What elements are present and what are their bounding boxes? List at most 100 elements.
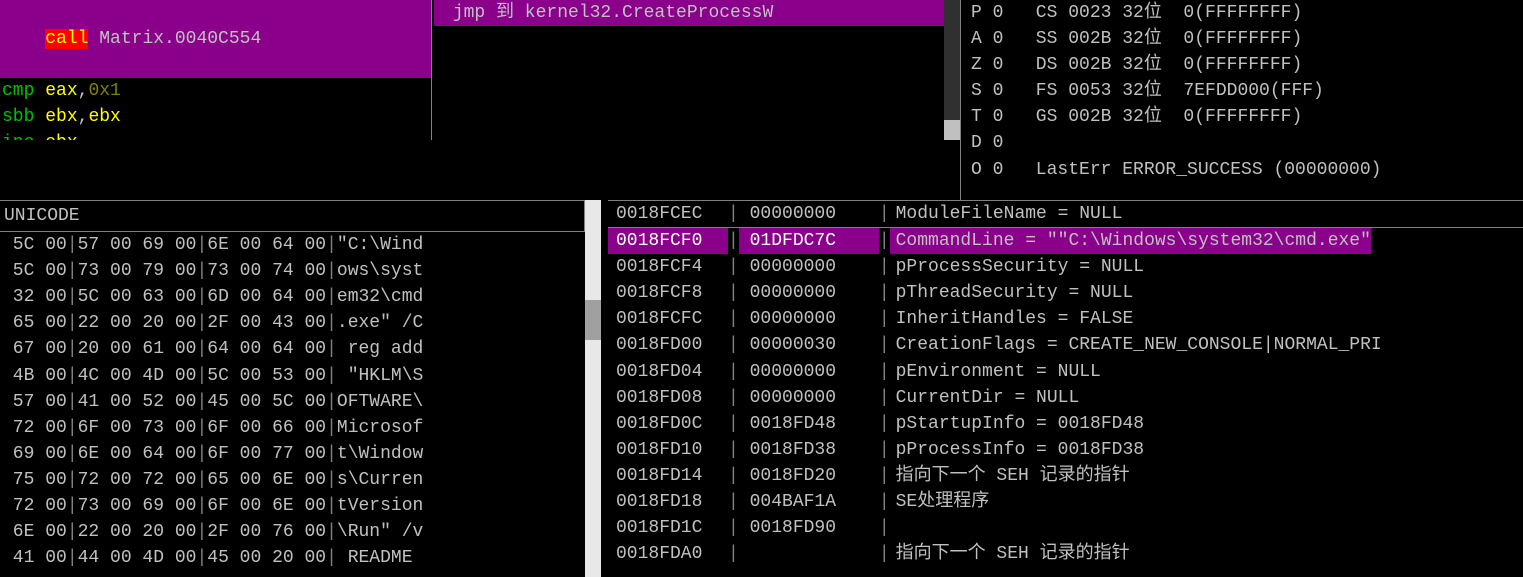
stack-comment: pStartupInfo = 0018FD48 [896,414,1144,434]
stack-row[interactable]: 0018FD10| 0018FD38|pProcessInfo = 0018FD… [608,437,1523,463]
stack-comment: ModuleFileName = NULL [896,204,1123,224]
hex-ascii: Microsof [337,418,423,438]
stack-row[interactable]: 0018FD08| 00000000|CurrentDir = NULL [608,385,1523,411]
hex-ascii: t\Window [337,444,423,464]
stack-value: 0018FD48 [739,411,879,437]
stack-address: 0018FCF0 [608,228,728,254]
hex-bytes: 32 00|5C 00 63 00|6D 00 64 00| [2,287,337,307]
stack-value: 00000030 [739,332,879,358]
stack-row[interactable]: 0018FD1C| 0018FD90| [608,515,1523,541]
hex-row[interactable]: 4B 00|4C 00 4D 00|5C 00 53 00| "HKLM\S [0,363,585,389]
call-mnemonic: call [45,29,88,49]
stack-row[interactable]: 0018FCF8| 00000000|pThreadSecurity = NUL… [608,280,1523,306]
jump-info-pane: jmp 到 kernel32.CreateProcessW [433,0,955,140]
hex-row[interactable]: 5C 00|57 00 69 00|6E 00 64 00|"C:\Wind [0,232,585,258]
stack-row[interactable]: 0018FD0C| 0018FD48|pStartupInfo = 0018FD… [608,411,1523,437]
stack-pane[interactable]: 0018FCEC| 00000000|ModuleFileName = NULL… [608,200,1523,577]
hex-ascii: OFTWARE\ [337,392,423,412]
hex-row[interactable]: 32 00|5C 00 63 00|6D 00 64 00|em32\cmd [0,284,585,310]
hex-ascii: README [337,548,423,568]
disasm-row[interactable]: cmp eax,0x1 [0,78,431,104]
stack-row[interactable]: 0018FD14| 0018FD20|指向下一个 SEH 记录的指针 [608,463,1523,489]
hex-row[interactable]: 75 00|72 00 72 00|65 00 6E 00|s\Curren [0,467,585,493]
pane-divider[interactable] [0,140,960,200]
stack-address: 0018FD10 [608,437,728,463]
stack-row[interactable]: 0018FDA0| |指向下一个 SEH 记录的指针 [608,541,1523,567]
stack-comment: pProcessInfo = 0018FD38 [896,440,1144,460]
register-row[interactable]: A 0 SS 002B 32位 0(FFFFFFFF) [971,26,1523,52]
register-row[interactable]: S 0 FS 0053 32位 7EFDD000(FFF) [971,78,1523,104]
hex-row[interactable]: 57 00|41 00 52 00|45 00 5C 00|OFTWARE\ [0,389,585,415]
disassembly-pane[interactable]: call Matrix.0040C554 cmp eax,0x1 sbb ebx… [0,0,432,140]
hexdump-header: UNICODE [0,201,585,232]
stack-address: 0018FD1C [608,515,728,541]
stack-address: 0018FD14 [608,463,728,489]
stack-row[interactable]: 0018FCFC| 00000000|InheritHandles = FALS… [608,306,1523,332]
hex-row[interactable]: 65 00|22 00 20 00|2F 00 43 00|.exe" /C [0,310,585,336]
hex-ascii: em32\cmd [337,287,423,307]
hex-bytes: 6E 00|22 00 20 00|2F 00 76 00| [2,522,337,542]
stack-comment: pEnvironment = NULL [896,362,1101,382]
register-row[interactable]: P 0 CS 0023 32位 0(FFFFFFFF) [971,0,1523,26]
scrollbar-thumb[interactable] [944,120,960,140]
stack-address: 0018FCF4 [608,254,728,280]
jump-target-text: jmp 到 kernel32.CreateProcessW [434,0,955,26]
hex-row[interactable]: 72 00|6F 00 73 00|6F 00 66 00|Microsof [0,415,585,441]
scrollbar-thumb[interactable] [585,300,601,340]
hex-bytes: 69 00|6E 00 64 00|6F 00 77 00| [2,444,337,464]
stack-body[interactable]: 0018FCEC| 00000000|ModuleFileName = NULL… [608,201,1523,567]
stack-value: 004BAF1A [739,489,879,515]
stack-value: 0018FD90 [739,515,879,541]
stack-row[interactable]: 0018FD18| 004BAF1A|SE处理程序 [608,489,1523,515]
stack-row[interactable]: 0018FD04| 00000000|pEnvironment = NULL [608,359,1523,385]
hex-bytes: 72 00|73 00 69 00|6F 00 6E 00| [2,496,337,516]
register-row[interactable]: O 0 LastErr ERROR_SUCCESS (00000000) [971,157,1523,183]
stack-row[interactable]: 0018FD00| 00000030|CreationFlags = CREAT… [608,332,1523,358]
stack-address: 0018FD00 [608,332,728,358]
stack-value: 0018FD38 [739,437,879,463]
disasm-scrollbar[interactable] [944,0,960,140]
hex-ascii: .exe" /C [337,313,423,333]
hex-row[interactable]: 69 00|6E 00 64 00|6F 00 77 00|t\Window [0,441,585,467]
hex-ascii: reg add [337,339,423,359]
stack-value: 00000000 [739,359,879,385]
stack-value: 00000000 [739,201,879,227]
stack-row[interactable]: 0018FCF0| 01DFDC7C|CommandLine = ""C:\Wi… [608,228,1523,254]
hex-bytes: 4B 00|4C 00 4D 00|5C 00 53 00| [2,366,337,386]
register-row[interactable]: D 0 [971,130,1523,156]
hexdump-scrollbar[interactable] [585,200,601,577]
hex-ascii: \Run" /v [337,522,423,542]
call-target: Matrix.0040C554 [88,29,261,49]
stack-address: 0018FDA0 [608,541,728,567]
stack-comment: CommandLine = ""C:\Windows\system32\cmd.… [896,231,1371,251]
stack-comment: 指向下一个 SEH 记录的指针 [896,466,1130,486]
hex-row[interactable]: 41 00|44 00 4D 00|45 00 20 00| README [0,545,585,571]
stack-row[interactable]: 0018FCF4| 00000000|pProcessSecurity = NU… [608,254,1523,280]
stack-address: 0018FD04 [608,359,728,385]
register-row[interactable]: T 0 GS 002B 32位 0(FFFFFFFF) [971,104,1523,130]
stack-comment: InheritHandles = FALSE [896,309,1134,329]
stack-address: 0018FCFC [608,306,728,332]
disasm-row[interactable]: call Matrix.0040C554 [0,0,431,78]
hex-bytes: 67 00|20 00 61 00|64 00 64 00| [2,339,337,359]
hex-row[interactable]: 5C 00|73 00 79 00|73 00 74 00|ows\syst [0,258,585,284]
hex-ascii: ows\syst [337,261,423,281]
stack-value: 00000000 [739,385,879,411]
stack-row[interactable]: 0018FCEC| 00000000|ModuleFileName = NULL [608,201,1523,228]
hex-bytes: 72 00|6F 00 73 00|6F 00 66 00| [2,418,337,438]
register-row[interactable]: Z 0 DS 002B 32位 0(FFFFFFFF) [971,52,1523,78]
hex-ascii: tVersion [337,496,423,516]
hex-bytes: 65 00|22 00 20 00|2F 00 43 00| [2,313,337,333]
hex-bytes: 5C 00|57 00 69 00|6E 00 64 00| [2,235,337,255]
registers-pane[interactable]: P 0 CS 0023 32位 0(FFFFFFFF) A 0 SS 002B … [960,0,1523,200]
hexdump-pane[interactable]: UNICODE 5C 00|57 00 69 00|6E 00 64 00|"C… [0,200,585,577]
hex-row[interactable]: 6E 00|22 00 20 00|2F 00 76 00|\Run" /v [0,519,585,545]
stack-comment: 指向下一个 SEH 记录的指针 [896,544,1130,564]
hex-row[interactable]: 67 00|20 00 61 00|64 00 64 00| reg add [0,336,585,362]
disasm-row[interactable]: sbb ebx,ebx [0,104,431,130]
hex-row[interactable]: 72 00|73 00 69 00|6F 00 6E 00|tVersion [0,493,585,519]
hex-ascii: "C:\Wind [337,235,423,255]
hexdump-body[interactable]: 5C 00|57 00 69 00|6E 00 64 00|"C:\Wind 5… [0,232,585,571]
hex-ascii: s\Curren [337,470,423,490]
stack-value: 00000000 [739,280,879,306]
